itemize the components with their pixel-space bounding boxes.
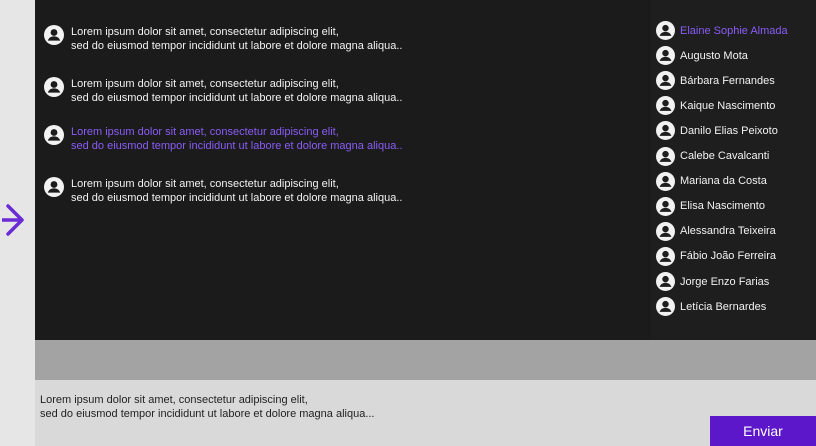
avatar-icon xyxy=(656,171,675,191)
message-line: Lorem ipsum dolor sit amet, consectetur … xyxy=(71,78,339,90)
separator-bar xyxy=(35,340,816,380)
message-line: Lorem ipsum dolor sit amet, consectetur … xyxy=(71,178,339,190)
message-line: Lorem ipsum dolor sit amet, consectetur … xyxy=(71,26,339,38)
avatar-icon xyxy=(656,71,675,91)
send-button[interactable]: Enviar xyxy=(710,416,816,446)
user-name: Elaine Sophie Almada xyxy=(680,24,788,37)
user-list-item[interactable]: Elaine Sophie Almada xyxy=(656,21,788,40)
user-name: Alessandra Teixeira xyxy=(680,225,776,238)
user-list-item[interactable]: Danilo Elias Peixoto xyxy=(656,121,778,141)
user-list-item[interactable]: Elisa Nascimento xyxy=(656,196,765,216)
avatar-icon xyxy=(656,46,675,66)
message-line: sed do eiusmod tempor incididunt ut labo… xyxy=(71,192,403,204)
avatar-icon xyxy=(44,177,64,197)
user-list-item[interactable]: Mariana da Costa xyxy=(656,171,767,191)
message-highlighted: Lorem ipsum dolor sit amet, consectetur … xyxy=(44,125,402,153)
avatar-icon xyxy=(656,196,675,216)
avatar-icon xyxy=(44,77,64,97)
compose-line: sed do eiusmod tempor incididunt ut labo… xyxy=(40,408,375,420)
avatar-icon xyxy=(656,272,675,291)
avatar-icon xyxy=(656,246,675,266)
message-line: Lorem ipsum dolor sit amet, consectetur … xyxy=(71,126,339,138)
avatar-icon xyxy=(656,121,675,141)
user-name: Calebe Cavalcanti xyxy=(680,150,770,162)
user-name: Bárbara Fernandes xyxy=(680,74,775,87)
message: Lorem ipsum dolor sit amet, consectetur … xyxy=(44,177,402,205)
user-name: Letícia Bernardes xyxy=(680,300,767,313)
avatar-icon xyxy=(656,221,675,241)
user-name: Jorge Enzo Farias xyxy=(680,275,770,288)
user-name: Danilo Elias Peixoto xyxy=(680,124,778,137)
user-name: Kaique Nascimento xyxy=(680,99,776,112)
user-list-item[interactable]: Calebe Cavalcanti xyxy=(656,146,770,166)
user-name: Elisa Nascimento xyxy=(680,200,765,213)
compose-input[interactable]: Lorem ipsum dolor sit amet, consectetur … xyxy=(40,393,375,421)
avatar-icon xyxy=(656,297,675,317)
user-list-item[interactable]: Kaique Nascimento xyxy=(656,96,776,116)
message: Lorem ipsum dolor sit amet, consectetur … xyxy=(44,77,402,105)
compose-line: Lorem ipsum dolor sit amet, consectetur … xyxy=(40,394,308,406)
message-line: sed do eiusmod tempor incididunt ut labo… xyxy=(71,92,403,104)
avatar-icon xyxy=(656,146,675,166)
avatar-icon xyxy=(44,25,64,45)
message-line: sed do eiusmod tempor incididunt ut labo… xyxy=(71,40,403,52)
user-name: Augusto Mota xyxy=(680,49,748,62)
avatar-icon xyxy=(44,125,64,145)
user-name: Fábio João Ferreira xyxy=(680,250,776,263)
message: Lorem ipsum dolor sit amet, consectetur … xyxy=(44,25,402,53)
user-list-item[interactable]: Augusto Mota xyxy=(656,46,748,66)
user-list-item[interactable]: Bárbara Fernandes xyxy=(656,71,775,91)
avatar-icon xyxy=(656,96,675,116)
user-list-item[interactable]: Alessandra Teixeira xyxy=(656,221,776,241)
avatar-icon xyxy=(656,21,675,40)
arrow-right-icon[interactable] xyxy=(2,200,26,240)
message-line: sed do eiusmod tempor incididunt ut labo… xyxy=(71,140,403,152)
user-list-item[interactable]: Fábio João Ferreira xyxy=(656,246,776,266)
user-list-item[interactable]: Jorge Enzo Farias xyxy=(656,272,769,291)
user-list-item[interactable]: Letícia Bernardes xyxy=(656,297,767,317)
user-name: Mariana da Costa xyxy=(680,175,767,188)
